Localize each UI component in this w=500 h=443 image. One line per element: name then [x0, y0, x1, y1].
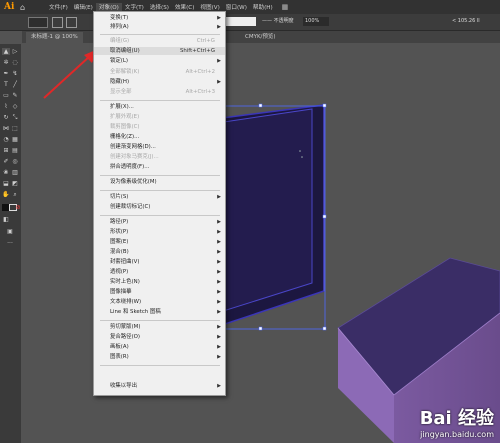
- menu-item-expand[interactable]: 扩展(X)...: [94, 103, 225, 111]
- blend-tool-icon[interactable]: ◎: [11, 158, 19, 165]
- distribute-icon[interactable]: [66, 17, 77, 28]
- menu-item-unlock-all[interactable]: 全部解锁(K) Alt+Ctrl+2: [94, 68, 225, 76]
- rectangle-tool-icon[interactable]: ▭: [2, 92, 10, 99]
- none-swatch-icon[interactable]: ⊘: [14, 204, 22, 211]
- menu-item-perspective[interactable]: 透视(P) ▶: [94, 268, 225, 276]
- stroke-preview[interactable]: [226, 17, 256, 26]
- menu-bar: Ai ⌂ 文件(F) 编辑(E) 对象(O) 文字(T) 选择(S) 效果(C)…: [0, 0, 500, 14]
- menu-file[interactable]: 文件(F): [46, 3, 71, 11]
- app-logo: Ai: [4, 2, 15, 12]
- menu-item-transform[interactable]: 变换(T) ▶: [94, 14, 225, 22]
- menu-item-path[interactable]: 路径(P) ▶: [94, 218, 225, 226]
- column-graph-tool-icon[interactable]: ▥: [11, 169, 19, 176]
- shape-builder-tool-icon[interactable]: ◔: [2, 136, 10, 143]
- menu-item-trim-marks[interactable]: 创建裁切标记(C): [94, 203, 225, 211]
- eraser-tool-icon[interactable]: ◇: [11, 103, 19, 110]
- coord-field[interactable]: < 105.26 ll: [452, 17, 480, 26]
- menu-item-pattern[interactable]: 图案(E) ▶: [94, 238, 225, 246]
- line-tool-icon[interactable]: ╱: [11, 81, 19, 88]
- menu-item-image-trace[interactable]: 图像描摹 ▶: [94, 288, 225, 296]
- mesh-tool-icon[interactable]: ⊞: [2, 147, 10, 154]
- magic-wand-tool-icon[interactable]: ✲: [2, 59, 10, 66]
- shaper-tool-icon[interactable]: ⌇: [2, 103, 10, 110]
- free-transform-tool-icon[interactable]: ⬚: [11, 125, 19, 132]
- menu-item-artboards[interactable]: 画板(A) ▶: [94, 343, 225, 351]
- pointer-arrow: [43, 55, 91, 99]
- control-bar: —— 不透明度 100% < 105.26 ll: [0, 14, 500, 31]
- menu-item-line-sketch[interactable]: Line 和 Sketch 图稿 ▶: [94, 308, 225, 316]
- zoom-tool-icon[interactable]: ⌕: [11, 191, 19, 198]
- pen-tool-icon[interactable]: ✒: [2, 70, 10, 77]
- menu-item-shape[interactable]: 形状(P) ▶: [94, 228, 225, 236]
- direct-selection-tool-icon[interactable]: ▷: [11, 48, 19, 55]
- selection-dropdown[interactable]: [28, 17, 48, 28]
- menu-item-ungroup[interactable]: 取消编组(U) Shift+Ctrl+G: [94, 47, 225, 55]
- menu-item-live-paint[interactable]: 实时上色(N) ▶: [94, 278, 225, 286]
- menu-item-gradient-mesh[interactable]: 创建渐变网格(D)...: [94, 143, 225, 151]
- hand-tool-icon[interactable]: ✋: [2, 191, 10, 198]
- menu-item-compound-path[interactable]: 复合路径(O) ▶: [94, 333, 225, 341]
- menu-item-hide[interactable]: 隐藏(H) ▶: [94, 78, 225, 86]
- watermark-url: jingyan.baidu.com: [420, 430, 494, 439]
- menu-help[interactable]: 帮助(H): [250, 3, 276, 11]
- menu-effect[interactable]: 效果(C): [172, 3, 197, 11]
- menu-item-clipping-mask[interactable]: 剪切蒙版(M) ▶: [94, 323, 225, 331]
- paintbrush-tool-icon[interactable]: ✎: [11, 92, 19, 99]
- home-icon[interactable]: ⌂: [20, 3, 32, 12]
- menu-item-arrange[interactable]: 排列(A) ▶: [94, 23, 225, 31]
- curvature-tool-icon[interactable]: ↯: [11, 70, 19, 77]
- tab-document[interactable]: 未标题-1 @ 100%: [26, 32, 83, 43]
- menu-item-collect-export[interactable]: 收集以导出 ▶: [94, 382, 225, 390]
- menu-item-graph[interactable]: 图表(R) ▶: [94, 353, 225, 361]
- tab-document-suffix: CMYK/预览): [245, 34, 276, 40]
- eyedropper-tool-icon[interactable]: ✐: [2, 158, 10, 165]
- menu-object[interactable]: 对象(O): [95, 3, 122, 11]
- lasso-tool-icon[interactable]: ◌: [11, 59, 19, 66]
- zoom-field[interactable]: 100%: [303, 17, 329, 26]
- menu-item-crop-image[interactable]: 裁剪图像(C): [94, 123, 225, 131]
- menu-select[interactable]: 选择(S): [147, 3, 172, 11]
- opacity-label: —— 不透明度: [262, 18, 294, 24]
- menu-item-object-mosaic[interactable]: 创建对象马赛克(J)...: [94, 153, 225, 161]
- menu-item-text-wrap[interactable]: 文本绕排(W) ▶: [94, 298, 225, 306]
- menu-item-envelope-distort[interactable]: 封套扭曲(V) ▶: [94, 258, 225, 266]
- width-tool-icon[interactable]: ⋈: [2, 125, 10, 132]
- menu-item-expand-appearance[interactable]: 扩展外观(E): [94, 113, 225, 121]
- watermark: Bai 经验 jingyan.baidu.com: [420, 404, 494, 439]
- align-icon[interactable]: [52, 17, 63, 28]
- selection-tool-icon[interactable]: ▲: [2, 48, 10, 55]
- type-tool-icon[interactable]: T: [2, 81, 10, 88]
- artboard-tool-icon[interactable]: ⬓: [2, 180, 10, 187]
- scale-tool-icon[interactable]: ⤡: [11, 114, 19, 121]
- screen-mode-icon[interactable]: ▣: [6, 228, 14, 235]
- menu-edit[interactable]: 编辑(E): [71, 3, 96, 11]
- more-tools-icon[interactable]: ···: [6, 240, 14, 247]
- tools-panel: ▲ ▷ ✲ ◌ ✒ ↯ T ╱ ▭ ✎ ⌇ ◇ ↻ ⤡ ⋈ ⬚ ◔ ▦ ⊞ ▤ …: [0, 44, 21, 443]
- draw-mode-icon[interactable]: ◧: [2, 216, 10, 223]
- slice-tool-icon[interactable]: ◩: [11, 180, 19, 187]
- menu-item-lock[interactable]: 锁定(L) ▶: [94, 57, 225, 65]
- object-menu: 变换(T) ▶ 排列(A) ▶ 编组(G) Ctrl+G 取消编组(U) Shift+C…: [93, 11, 226, 396]
- menu-item-pixel-perfect[interactable]: 设为像素级优化(M): [94, 178, 225, 186]
- menu-item-rasterize[interactable]: 栅格化(Z)...: [94, 133, 225, 141]
- menu-window[interactable]: 窗口(W): [223, 3, 250, 11]
- perspective-grid-tool-icon[interactable]: ▦: [11, 136, 19, 143]
- menu-item-group[interactable]: 编组(G) Ctrl+G: [94, 37, 225, 45]
- slab-back: [216, 108, 313, 314]
- workspace-icon[interactable]: ▦: [282, 3, 289, 11]
- menu-view[interactable]: 视图(V): [197, 3, 222, 11]
- menu-item-flatten-transparency[interactable]: 拼合透明度(F)...: [94, 163, 225, 171]
- gradient-tool-icon[interactable]: ▤: [11, 147, 19, 154]
- menu-item-blend[interactable]: 混合(B) ▶: [94, 248, 225, 256]
- watermark-brand: Bai 经验: [419, 408, 494, 429]
- menu-type[interactable]: 文字(T): [122, 3, 147, 11]
- symbol-sprayer-tool-icon[interactable]: ❀: [2, 169, 10, 176]
- menu-item-slice[interactable]: 切片(S) ▶: [94, 193, 225, 201]
- menu-item-show-all[interactable]: 显示全部 Alt+Ctrl+3: [94, 88, 225, 96]
- rotate-tool-icon[interactable]: ↻: [2, 114, 10, 121]
